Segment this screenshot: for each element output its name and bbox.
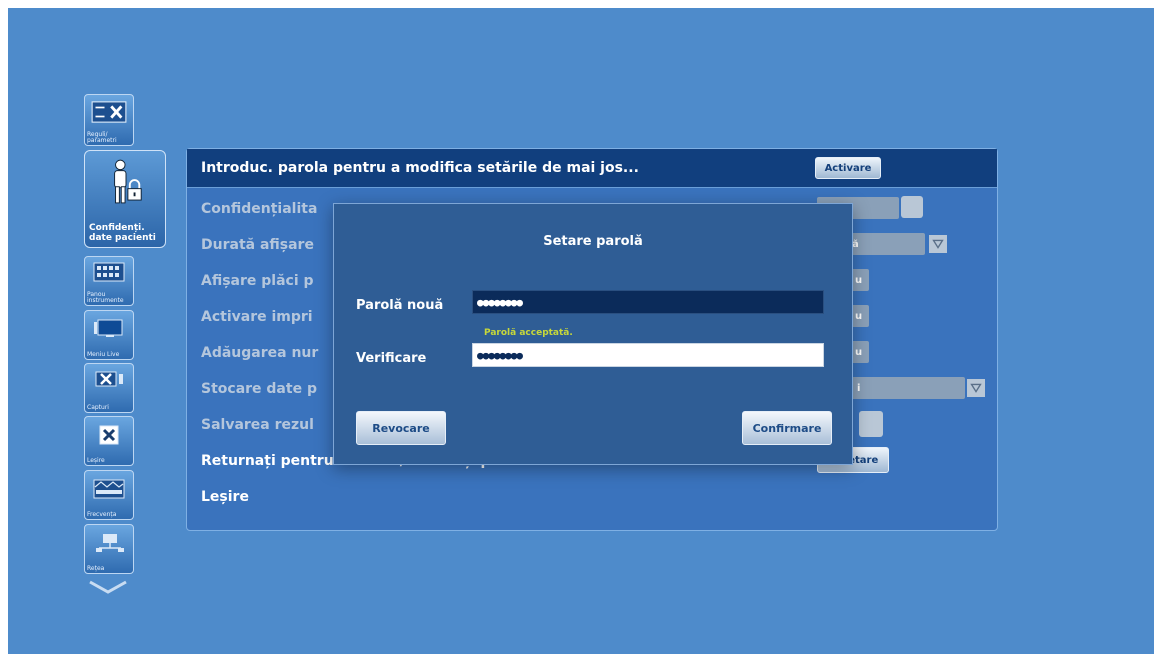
sidebar-item-frequency[interactable]: Frecvența: [84, 470, 134, 520]
exit-row[interactable]: Leșire: [201, 489, 249, 505]
setting-row-label: Salvarea rezul: [201, 417, 314, 433]
sidebar-item-network[interactable]: Rețea: [84, 524, 134, 574]
set-password-dialog: Setare parolă Parolă nouă ●●●●●●●● Parol…: [333, 203, 853, 465]
sidebar-item-captures[interactable]: Capturi: [84, 363, 134, 413]
confirm-button[interactable]: Confirmare: [742, 411, 832, 445]
new-password-field[interactable]: ●●●●●●●●: [472, 290, 824, 314]
activate-button[interactable]: Activare: [815, 157, 881, 179]
setting-row-label: Afișare plăci p: [201, 273, 314, 289]
setting-row-label: Confidențialita: [201, 201, 318, 217]
close-icon: [99, 425, 119, 445]
sidebar-item-label: Meniu Live: [87, 351, 120, 358]
sidebar-item-toolbar[interactable]: Panou instrumente: [84, 256, 134, 306]
new-password-label: Parolă nouă: [356, 298, 444, 313]
sidebar-item-rules[interactable]: Reguli/ parametri: [84, 94, 134, 146]
dropdown-arrow-icon: [967, 379, 985, 397]
cancel-button[interactable]: Revocare: [356, 411, 446, 445]
verify-password-label: Verificare: [356, 351, 427, 366]
patient-lock-icon: [114, 159, 142, 204]
tools-icon: [95, 371, 123, 387]
password-accepted-text: Parolă acceptată.: [484, 328, 573, 338]
sidebar-item-label: Leșire: [87, 457, 105, 464]
sidebar-item-patient-privacy[interactable]: Confidenți. date pacienti: [84, 150, 166, 248]
setting-row-label: Activare impri: [201, 309, 313, 325]
network-icon: [96, 534, 124, 552]
setting-button[interactable]: u: [851, 305, 869, 327]
setting-toggle[interactable]: [859, 411, 883, 437]
verify-password-field[interactable]: ●●●●●●●●: [472, 343, 824, 367]
sidebar-item-label: Confidenți. date pacienti: [89, 223, 156, 243]
setting-row-label: Stocare date p: [201, 381, 317, 397]
password-prompt-text: Introduc. parola pentru a modifica setăr…: [201, 160, 639, 176]
sidebar-item-label: Panou instrumente: [87, 291, 124, 304]
sidebar-item-label: Reguli/ parametri: [87, 131, 117, 144]
wrench-screwdriver-icon: [91, 101, 127, 123]
monitor-icon: [94, 319, 123, 337]
sidebar-item-label: Frecvența: [87, 511, 117, 518]
wave-icon: [93, 479, 125, 499]
setting-row-label: Adăugarea nur: [201, 345, 319, 361]
password-prompt-row: Introduc. parola pentru a modifica setăr…: [187, 149, 997, 188]
setting-button[interactable]: u: [851, 341, 869, 363]
sidebar-item-exit[interactable]: Leșire: [84, 416, 134, 466]
dropdown-arrow-icon: [929, 235, 947, 253]
chevron-down-icon[interactable]: [88, 580, 128, 594]
dialog-title: Setare parolă: [543, 234, 643, 249]
sidebar-item-label: Rețea: [87, 565, 105, 572]
sidebar-item-live-menu[interactable]: Meniu Live: [84, 310, 134, 360]
sidebar-item-label: Capturi: [87, 404, 109, 411]
setting-dropdown[interactable]: i: [851, 377, 965, 399]
keypad-icon: [93, 262, 125, 282]
setting-button[interactable]: u: [851, 269, 869, 291]
setting-row-label: Durată afișare: [201, 237, 314, 253]
screen: Reguli/ parametri Confidenți. date pacie…: [8, 8, 1154, 654]
toggle-knob: [901, 196, 923, 218]
